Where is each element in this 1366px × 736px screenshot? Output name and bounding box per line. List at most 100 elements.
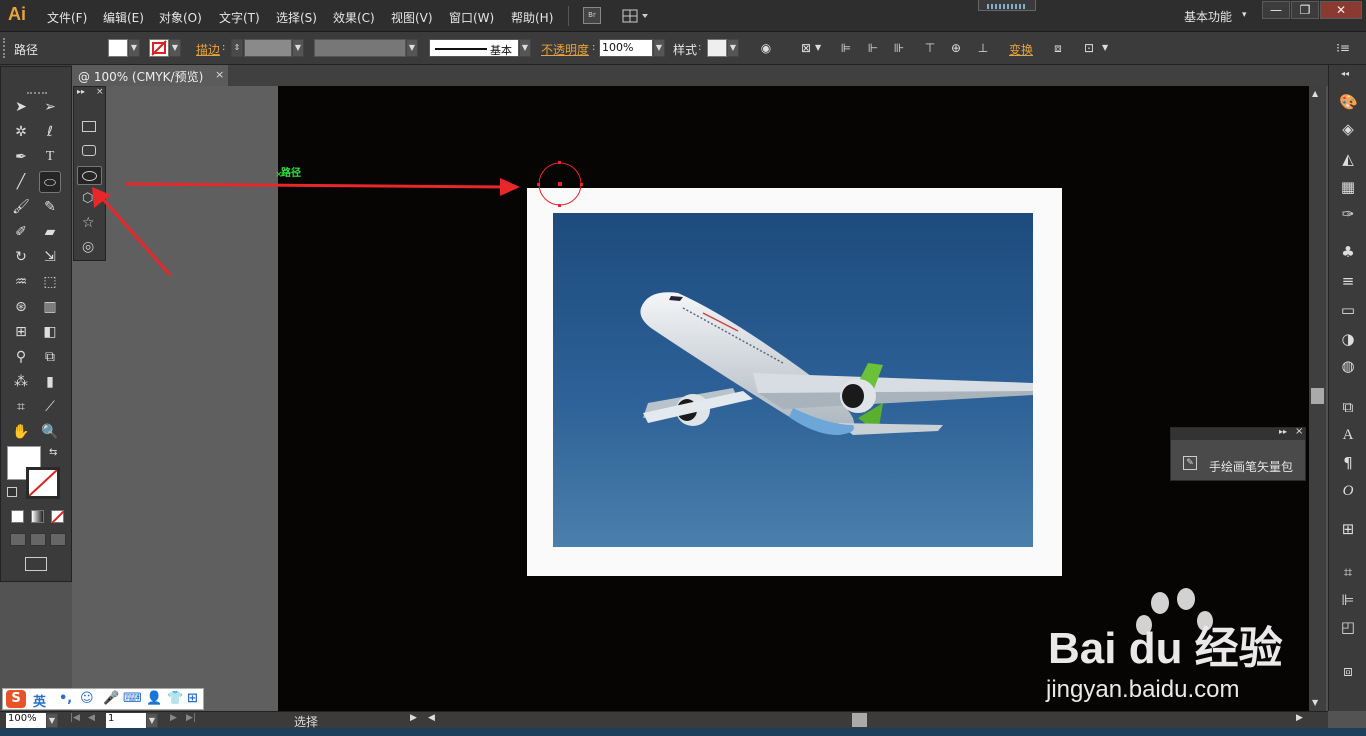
- stroke-weight-stepper[interactable]: ⇕: [231, 39, 243, 57]
- status-menu-icon[interactable]: ▶: [410, 713, 417, 723]
- shape-builder-tool-icon[interactable]: ⊛: [10, 296, 32, 318]
- expand-icon[interactable]: ▸▸: [77, 87, 85, 96]
- paragraph-panel-icon[interactable]: ¶: [1339, 454, 1357, 472]
- artboard-tool-icon[interactable]: ⌗: [10, 396, 32, 418]
- symbol-sprayer-tool-icon[interactable]: ⁂: [10, 371, 32, 393]
- panel-menu-icon[interactable]: ⁝≡: [1335, 40, 1351, 56]
- collapse-icon[interactable]: ◂◂: [1341, 69, 1349, 78]
- microphone-icon[interactable]: 🎤: [103, 691, 119, 706]
- warp-tool-icon[interactable]: ♒: [10, 271, 32, 293]
- type-tool-icon[interactable]: T: [39, 146, 61, 168]
- hand-tool-icon[interactable]: ✋: [10, 421, 32, 443]
- align-bottom-icon[interactable]: ⊥: [975, 40, 991, 56]
- isolate-icon[interactable]: ⧈: [1050, 40, 1066, 56]
- brush-definition-dropdown[interactable]: ▼: [519, 39, 531, 57]
- scroll-down-icon[interactable]: ▼: [1312, 698, 1318, 707]
- graphic-styles-panel-icon[interactable]: ⧉: [1339, 398, 1357, 416]
- stroke-panel-icon[interactable]: ≡: [1339, 272, 1357, 290]
- vertical-scroll-thumb[interactable]: [1311, 388, 1324, 404]
- arrange-documents-button[interactable]: [622, 8, 650, 24]
- align-right-icon[interactable]: ⊪: [891, 40, 907, 56]
- first-artboard-icon[interactable]: |◀: [70, 713, 80, 723]
- menu-help[interactable]: 帮助(H): [511, 9, 553, 26]
- swap-colors-icon[interactable]: ⇆: [49, 447, 57, 458]
- gradient-panel-icon[interactable]: ▭: [1339, 301, 1357, 319]
- transform-2-panel-icon[interactable]: ⌗: [1339, 563, 1357, 581]
- workspace-switcher[interactable]: 基本功能: [1184, 8, 1232, 25]
- default-colors-icon[interactable]: [7, 487, 17, 497]
- align-to-icon[interactable]: ⊠: [798, 40, 814, 56]
- ime-language-toggle[interactable]: 英: [33, 691, 46, 710]
- align-vertical-center-icon[interactable]: ⊕: [948, 40, 964, 56]
- stroke-weight-field[interactable]: [244, 39, 292, 57]
- magic-wand-tool-icon[interactable]: ✲: [10, 121, 32, 143]
- draw-behind-icon[interactable]: [30, 533, 46, 546]
- zoom-dropdown[interactable]: ▼: [46, 713, 58, 728]
- artboard-number-input[interactable]: 1: [106, 713, 146, 728]
- brushes-panel-icon[interactable]: ✑: [1339, 205, 1357, 223]
- blend-tool-icon[interactable]: ⧉: [39, 346, 61, 368]
- scale-tool-icon[interactable]: ⇲: [39, 246, 61, 268]
- menu-view[interactable]: 视图(V): [391, 9, 433, 26]
- perspective-grid-tool-icon[interactable]: ▥: [39, 296, 61, 318]
- align-panel-icon[interactable]: ⊫: [1339, 591, 1357, 609]
- draw-inside-icon[interactable]: [50, 533, 66, 546]
- graphic-style-dropdown[interactable]: ▼: [727, 39, 739, 57]
- none-mode-icon[interactable]: [51, 510, 65, 524]
- horizontal-scroll-thumb[interactable]: [852, 713, 867, 727]
- screen-mode-icon[interactable]: [25, 557, 47, 571]
- stroke-panel-link[interactable]: 描边: [196, 41, 220, 58]
- eraser-tool-icon[interactable]: ▰: [39, 221, 61, 243]
- scroll-up-icon[interactable]: ▲: [1312, 89, 1318, 98]
- menu-window[interactable]: 窗口(W): [449, 9, 494, 26]
- column-graph-tool-icon[interactable]: ▮: [39, 371, 61, 393]
- pathfinder-panel-icon[interactable]: ◰: [1339, 618, 1357, 636]
- selection-tool-icon[interactable]: ➤: [10, 96, 32, 118]
- pencil-tool-icon[interactable]: ✎: [39, 196, 61, 218]
- transform-panel-icon[interactable]: ⊞: [1339, 520, 1357, 538]
- menu-effect[interactable]: 效果(C): [333, 9, 375, 26]
- rotate-tool-icon[interactable]: ↻: [10, 246, 32, 268]
- edit-mode-icon[interactable]: ⊡: [1081, 40, 1097, 56]
- panel-header[interactable]: ▸▸ ×: [1171, 426, 1305, 440]
- gradient-mode-icon[interactable]: [31, 510, 44, 523]
- blob-brush-tool-icon[interactable]: ✐: [10, 221, 32, 243]
- character-panel-icon[interactable]: A: [1339, 426, 1357, 444]
- line-tool-icon[interactable]: ╱: [10, 171, 32, 193]
- close-tab-icon[interactable]: ×: [215, 68, 224, 81]
- minimize-button[interactable]: —: [1262, 1, 1290, 19]
- fill-swatch[interactable]: [108, 39, 128, 57]
- gradient-tool-icon[interactable]: ◧: [39, 321, 61, 343]
- swatches-panel-icon[interactable]: ▦: [1339, 178, 1357, 196]
- ellipse-tool-icon[interactable]: ⬭: [39, 171, 61, 193]
- restore-button[interactable]: ❐: [1291, 1, 1319, 19]
- opentype-panel-icon[interactable]: O: [1339, 482, 1357, 500]
- opacity-panel-link[interactable]: 不透明度: [541, 41, 589, 58]
- opacity-input[interactable]: 100%: [599, 39, 653, 57]
- chevron-down-icon[interactable]: ▼: [815, 43, 821, 52]
- close-icon[interactable]: ×: [96, 87, 104, 97]
- expand-icon[interactable]: ▸▸: [1279, 427, 1287, 436]
- color-panel-icon[interactable]: 🎨: [1339, 93, 1358, 111]
- layers-panel-icon[interactable]: ◈: [1339, 120, 1357, 138]
- opacity-dropdown[interactable]: ▼: [653, 39, 665, 57]
- menu-edit[interactable]: 编辑(E): [103, 9, 144, 26]
- drawn-ellipse-selection[interactable]: [536, 160, 584, 208]
- fill-dropdown[interactable]: ▼: [128, 39, 140, 57]
- lasso-tool-icon[interactable]: ℓ: [39, 121, 61, 143]
- paintbrush-tool-icon[interactable]: 🖌: [10, 196, 32, 218]
- stroke-dropdown[interactable]: ▼: [169, 39, 181, 57]
- stroke-swatch[interactable]: [149, 39, 169, 57]
- menu-select[interactable]: 选择(S): [276, 9, 317, 26]
- mesh-tool-icon[interactable]: ⊞: [10, 321, 32, 343]
- rounded-rectangle-tool-icon[interactable]: [82, 145, 96, 156]
- next-artboard-icon[interactable]: ▶: [170, 713, 177, 723]
- pen-tool-icon[interactable]: ✒: [10, 146, 32, 168]
- artboard-dropdown[interactable]: ▼: [146, 713, 158, 728]
- document-tab[interactable]: @ 100% (CMYK/预览) ×: [72, 65, 228, 86]
- menu-file[interactable]: 文件(F): [47, 9, 87, 26]
- emoji-icon[interactable]: ☺: [80, 691, 94, 706]
- toolbox-grid-icon[interactable]: ⊞: [187, 691, 198, 706]
- user-icon[interactable]: 👤: [146, 691, 162, 706]
- skin-icon[interactable]: 👕: [167, 691, 183, 706]
